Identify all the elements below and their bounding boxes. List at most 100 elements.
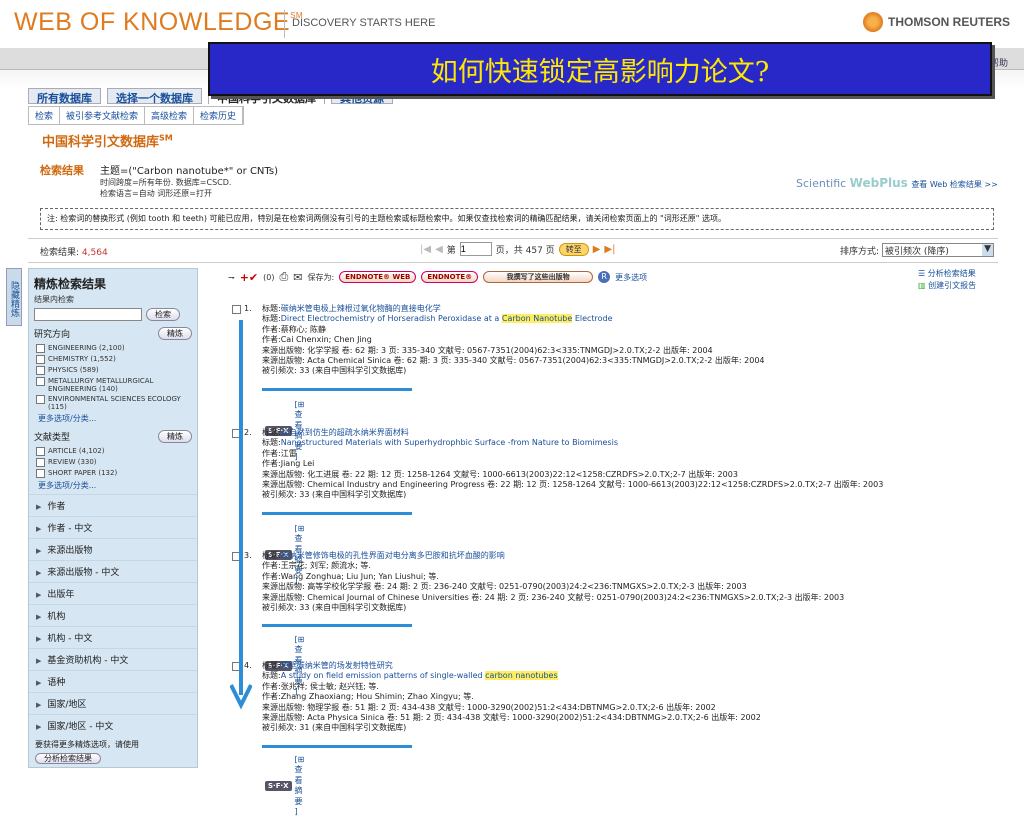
subnav-search[interactable]: 检索	[29, 107, 61, 124]
record-source-cn: 来源出版物: 化工进展 卷: 22 期: 12 页: 1258-1264 文献号…	[262, 469, 738, 479]
analyze-results-link[interactable]: ☰ 分析检索结果	[918, 268, 976, 280]
help-link[interactable]: 帮助	[990, 56, 1008, 69]
record-source-en: 来源出版物: Acta Physica Sinica 卷: 51 期: 2 页:…	[262, 713, 761, 723]
author-label: 作者:	[262, 448, 281, 458]
record-checkbox[interactable]	[232, 304, 241, 314]
next-page-icon[interactable]: ▶	[593, 244, 601, 255]
search-within-input[interactable]	[34, 308, 142, 321]
facet-author[interactable]: 作者	[29, 494, 197, 516]
cited-underline	[262, 512, 412, 515]
tab-select-database[interactable]: 选择一个数据库	[107, 88, 202, 105]
section-doc-type[interactable]: 文献类型 精炼	[29, 427, 197, 446]
record-title-en[interactable]: Nanostructured Materials with Superhydro…	[281, 438, 618, 447]
facet-institution[interactable]: 机构	[29, 604, 197, 626]
checkbox[interactable]	[36, 469, 45, 478]
record-author-en: Cai Chenxin; Chen Jing	[280, 335, 372, 345]
filter-item[interactable]: PHYSICS (589)	[29, 365, 197, 376]
tab-all-databases[interactable]: 所有数据库	[28, 88, 101, 105]
record-title-en[interactable]: Direct Electrochemistry of Horseradish P…	[280, 314, 613, 324]
more-options-link[interactable]: 更多选项	[615, 272, 647, 283]
i-wrote-these-button[interactable]: 我撰写了这些出版物	[483, 271, 594, 283]
record-times-cited[interactable]: 被引频次: 31 (来自中国科学引文数据库)	[262, 723, 992, 733]
webplus-link[interactable]: Scientific WebPlus 查看 Web 检索结果 >>	[796, 176, 998, 190]
page-total: 页，共 457 页	[495, 245, 555, 256]
endnote-web-button[interactable]: ENDNOTE® WEB	[339, 271, 417, 283]
record-title-cn[interactable]: 从自然到仿生的超疏水纳米界面材料	[281, 428, 409, 437]
section-research-area[interactable]: 研究方向 精炼	[29, 324, 197, 343]
filter-item[interactable]: SHORT PAPER (132)	[29, 468, 197, 479]
facet-language[interactable]: 语种	[29, 670, 197, 692]
refine-button[interactable]: 精炼	[158, 327, 192, 340]
marked-list-icon[interactable]: +✔	[240, 271, 258, 284]
filter-item[interactable]: ARTICLE (4,102)	[29, 446, 197, 457]
right-links: ☰ 分析检索结果 ▥ 创建引文报告	[918, 268, 976, 292]
email-icon[interactable]: ✉	[293, 271, 302, 284]
record-title-cn[interactable]: 单壁碳纳米管的场发射特性研究	[281, 661, 393, 670]
record-title-cn[interactable]: 碳纳米管修饰电极的孔性界面对电分离多巴胺和抗坏血酸的影响	[281, 551, 505, 560]
facet-country[interactable]: 国家/地区	[29, 692, 197, 714]
title-label: 标题:	[262, 428, 281, 437]
filter-item[interactable]: ENVIRONMENTAL SCIENCES ECOLOGY (115)	[29, 394, 197, 412]
record-title-cn[interactable]: 碳纳米管电极上辣根过氧化物酶的直接电化学	[281, 304, 441, 313]
wok-logo[interactable]: WEB OF KNOWLEDGESM	[14, 8, 303, 37]
logo-divider	[284, 10, 285, 38]
search-within-button[interactable]: 检索	[146, 308, 180, 321]
analyze-results-button[interactable]: 分析检索结果	[35, 753, 101, 764]
hide-refine-tab[interactable]: 隐藏精炼	[6, 268, 22, 326]
results-toolbar: ⇁ +✔ (0) ⎙ ✉ 保存为: ENDNOTE® WEB ENDNOTE® …	[228, 270, 647, 284]
facet-source-cn[interactable]: 来源出版物 - 中文	[29, 560, 197, 582]
filter-item[interactable]: CHEMISTRY (1,552)	[29, 354, 197, 365]
record-times-cited[interactable]: 被引频次: 33 (来自中国科学引文数据库)	[262, 366, 992, 376]
filter-item[interactable]: ENGINEERING (2,100)	[29, 343, 197, 354]
checkbox[interactable]	[36, 366, 45, 375]
checkbox[interactable]	[36, 355, 45, 364]
logo-text: WEB OF KNOWLEDGE	[14, 8, 291, 36]
webplus-view-link[interactable]: 查看 Web 检索结果 >>	[911, 180, 997, 189]
facet-funding-cn[interactable]: 基金资助机构 - 中文	[29, 648, 197, 670]
record-times-cited[interactable]: 被引频次: 33 (来自中国科学引文数据库)	[262, 603, 992, 613]
checkbox[interactable]	[36, 395, 45, 404]
checkbox[interactable]	[36, 377, 45, 386]
endnote-button[interactable]: ENDNOTE®	[421, 271, 479, 283]
cited-underline	[262, 388, 412, 391]
sort-select[interactable]: 被引频次 (降序) ▼	[882, 243, 995, 257]
filter-label: ENGINEERING (2,100)	[48, 344, 125, 352]
more-options-link[interactable]: 更多选项/分类...	[29, 412, 197, 427]
page-input[interactable]	[459, 242, 492, 256]
record-author-cn: 张兆祥; 侯士敏; 赵兴钰; 等.	[280, 681, 379, 691]
record-title-en[interactable]: A study on field emission patterns of si…	[281, 671, 558, 681]
facet-source[interactable]: 来源出版物	[29, 538, 197, 560]
refine-button[interactable]: 精炼	[158, 430, 192, 443]
filter-item[interactable]: REVIEW (330)	[29, 457, 197, 468]
citation-report-link[interactable]: ▥ 创建引文报告	[918, 280, 976, 292]
sfx-button[interactable]: S·F·X	[265, 781, 292, 792]
title-en-part: Direct Electrochemistry of Horseradish P…	[280, 314, 502, 324]
facet-institution-cn[interactable]: 机构 - 中文	[29, 626, 197, 648]
print-icon[interactable]: ⎙	[279, 270, 288, 284]
pager: |◀ ◀ 第 页，共 457 页 转至 ▶ ▶|	[420, 242, 615, 256]
section-label: 文献类型	[34, 433, 71, 443]
facet-country-cn[interactable]: 国家/地区 - 中文	[29, 714, 197, 736]
checkbox[interactable]	[36, 344, 45, 353]
subnav-advanced-search[interactable]: 高级检索	[145, 107, 195, 124]
more-options-link[interactable]: 更多选项/分类...	[29, 479, 197, 494]
researcherid-icon: R	[598, 271, 611, 283]
subnav-cited-ref-search[interactable]: 被引参考文献检索	[60, 107, 146, 124]
checkbox[interactable]	[36, 447, 45, 456]
sort-value: 被引频次 (降序)	[885, 247, 949, 257]
first-page-icon[interactable]: |◀	[420, 244, 431, 255]
top-header: WEB OF KNOWLEDGESM DISCOVERY STARTS HERE…	[0, 0, 1024, 48]
title-label: 标题:	[262, 314, 281, 324]
filter-item[interactable]: METALLURGY METALLURGICAL ENGINEERING (14…	[29, 376, 197, 394]
go-button[interactable]: 转至	[558, 242, 589, 256]
select-all-icon[interactable]: ⇁	[228, 273, 235, 282]
checkbox[interactable]	[36, 458, 45, 467]
down-arrow-annotation	[230, 320, 252, 710]
subnav-search-history[interactable]: 检索历史	[194, 107, 244, 124]
view-abstract-link[interactable]: [⊞ 查看摘要 ]	[295, 755, 305, 817]
facet-year[interactable]: 出版年	[29, 582, 197, 604]
facet-author-cn[interactable]: 作者 - 中文	[29, 516, 197, 538]
record-times-cited[interactable]: 被引频次: 33 (来自中国科学引文数据库)	[262, 490, 992, 500]
prev-page-icon[interactable]: ◀	[435, 244, 443, 255]
last-page-icon[interactable]: ▶|	[604, 244, 615, 255]
